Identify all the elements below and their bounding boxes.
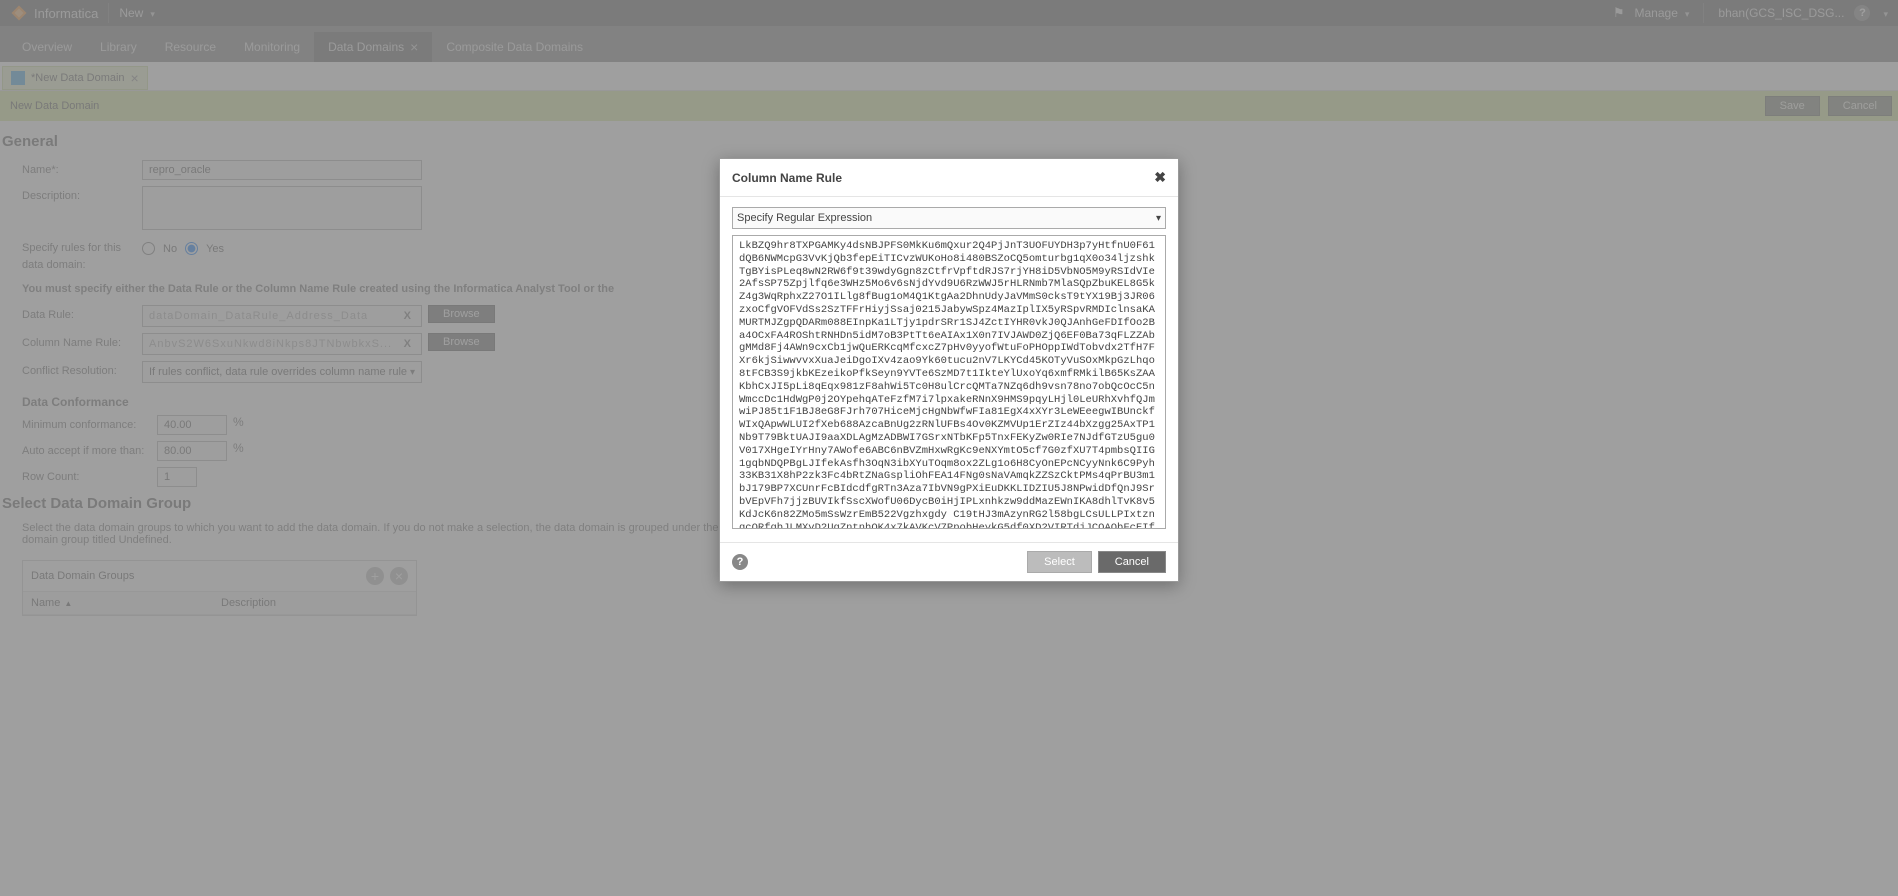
rule-type-select[interactable]: Specify Regular Expression ▾ bbox=[732, 207, 1166, 229]
help-icon[interactable]: ? bbox=[732, 554, 748, 570]
chevron-down-icon: ▾ bbox=[1156, 213, 1161, 224]
regex-textarea[interactable] bbox=[732, 235, 1166, 529]
dialog-cancel-button[interactable]: Cancel bbox=[1098, 551, 1166, 573]
dialog-select-button[interactable]: Select bbox=[1027, 551, 1092, 573]
dialog-title: Column Name Rule bbox=[732, 171, 842, 185]
dialog-close-icon[interactable]: ✖ bbox=[1154, 169, 1166, 186]
column-name-rule-dialog: Column Name Rule ✖ Specify Regular Expre… bbox=[719, 158, 1179, 582]
